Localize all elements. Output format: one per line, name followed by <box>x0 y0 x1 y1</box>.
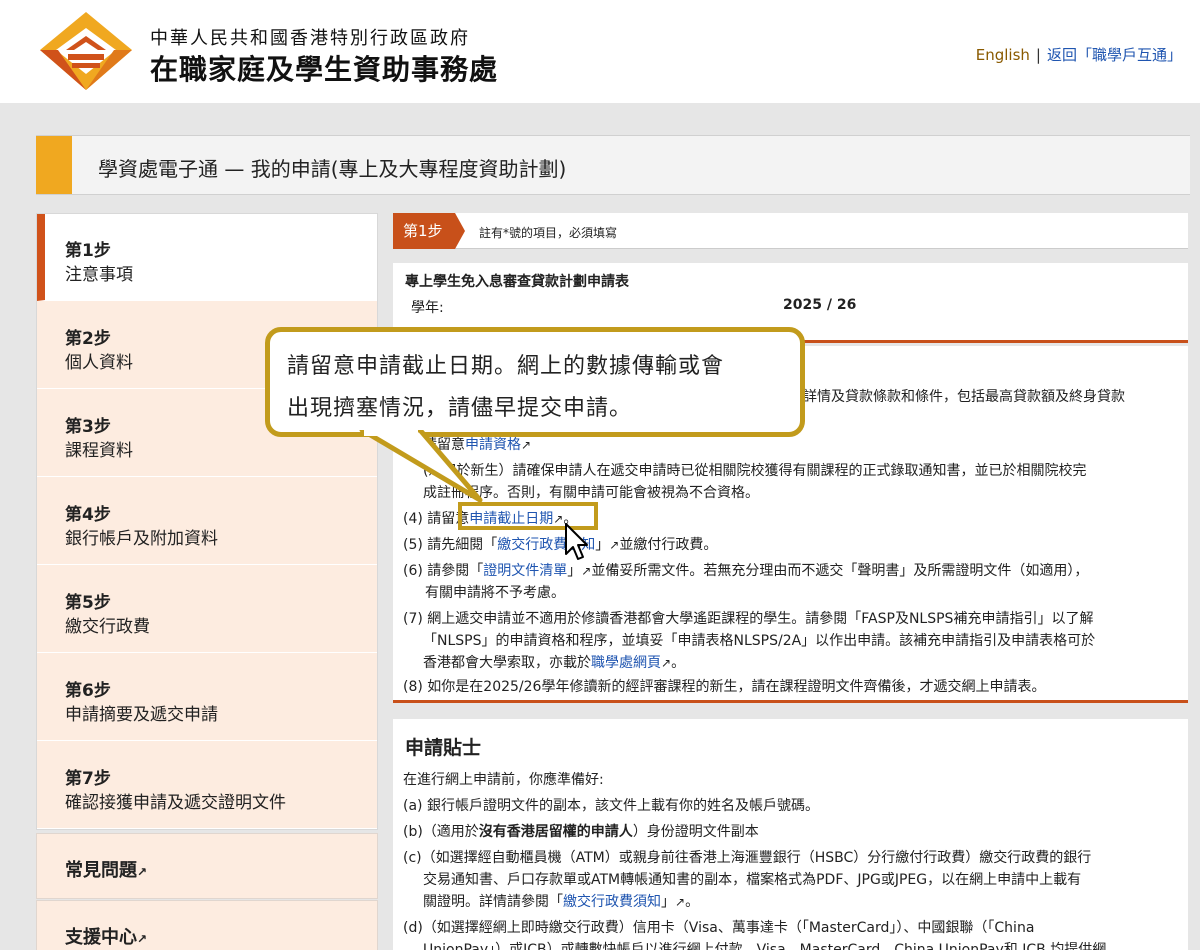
deadline-callout: 請留意申請截止日期。網上的數據傳輸或會 出現擠塞情況，請儘早提交申請。 <box>265 327 805 437</box>
page-title-bar: 學資處電子通 — 我的申請(專上及大專程度資助計劃) <box>36 135 1190 195</box>
step-name: 繳交行政費 <box>65 617 150 637</box>
step-sidebar: 第1步 注意事項 第2步 個人資料 第3步 課程資料 第4步 銀行帳戶及附加資料… <box>36 213 378 830</box>
tips-text: (b)（適用於 <box>403 824 479 840</box>
government-logo-icon <box>40 12 132 90</box>
tips-text: ）身份證明文件副本 <box>632 824 759 840</box>
external-link-icon: ↗ <box>137 865 148 879</box>
note-line: 「NLSPS」的申請資格和程序，並填妥「申請表格NLSPS/2A」以作出申請。該… <box>423 633 1096 649</box>
admin-fee-link[interactable]: 繳交行政費須知 <box>563 894 661 910</box>
tips-line: 在進行網上申請前，你應準備好: <box>403 772 604 788</box>
step-name: 申請摘要及遞交申請 <box>65 705 218 725</box>
tips-text: 。 <box>685 894 700 910</box>
tips-bold-text: 沒有香港居留權的申請人 <box>478 824 633 840</box>
step-name: 確認接獲申請及遞交證明文件 <box>65 793 286 813</box>
note-text: 」 <box>595 537 610 553</box>
step-number: 第5步 <box>65 593 111 613</box>
note-line: (7) 網上遞交申請並不適用於修讀香港都會大學遙距課程的學生。請參閱「FASP及… <box>403 611 1094 627</box>
mouse-cursor-icon <box>565 523 588 560</box>
external-link-icon: ↗ <box>609 538 620 552</box>
english-link[interactable]: English <box>976 46 1030 64</box>
external-link-icon: ↗ <box>661 656 672 670</box>
note-text: 香港都會大學索取，亦載於 <box>423 655 591 671</box>
note-line: 詳情及貸款條款和條件，包括最高貸款額及終身貸款 <box>803 389 1125 405</box>
sidebar-step-5[interactable]: 第5步 繳交行政費 <box>37 566 377 653</box>
note-line: (5) 請先細閱「繳交行政費須知」↗並繳付行政費。 <box>403 534 717 554</box>
step-number: 第2步 <box>65 329 111 349</box>
step-name: 個人資料 <box>65 353 133 373</box>
note-text: 。 <box>671 655 686 671</box>
title-accent <box>36 136 72 194</box>
sidebar-step-7[interactable]: 第7步 確認接獲申請及遞交證明文件 <box>37 742 377 829</box>
external-link-icon: ↗ <box>675 895 686 909</box>
step-number: 第3步 <box>65 417 111 437</box>
callout-tail <box>359 430 483 503</box>
tips-text: 關證明。詳情請參閱「 <box>423 894 563 910</box>
note-text: 並繳付行政費。 <box>619 537 718 553</box>
note-line: 有關申請將不予考慮。 <box>425 585 565 601</box>
site-header: 中華人民共和國香港特別行政區政府 在職家庭及學生資助事務處 English | 返回… <box>0 0 1200 103</box>
org-name-big: 在職家庭及學生資助事務處 <box>150 53 499 86</box>
faq-link[interactable]: 常見問題↗ <box>36 833 378 899</box>
step-name: 課程資料 <box>65 441 133 461</box>
tips-text: 」 <box>661 894 675 910</box>
note-text: 並備妥所需文件。若無充分理由而不遞交「聲明書」及所需證明文件（如適用）， <box>591 563 1089 579</box>
step-number: 第4步 <box>65 505 111 525</box>
support-center-link[interactable]: 支援中心↗ <box>36 900 378 950</box>
required-note: 註有*號的項目，必須填寫 <box>479 226 618 240</box>
tips-title: 申請貼士 <box>405 737 482 759</box>
wfsfaa-website-link[interactable]: 職學處網頁 <box>591 655 661 671</box>
external-link-icon: ↗ <box>521 438 532 452</box>
external-link-icon: ↗ <box>581 564 592 578</box>
tips-line: (c)（如選擇經自動櫃員機（ATM）或親身前往香港上海滙豐銀行（HSBC）分行繳… <box>403 850 1092 866</box>
faq-label: 常見問題 <box>65 860 137 881</box>
documents-list-link[interactable]: 證明文件清單 <box>483 563 567 579</box>
note-line: (6) 請參閱「證明文件清單」↗並備妥所需文件。若無充分理由而不遞交「聲明書」及… <box>403 560 1088 580</box>
tips-line: UnionPay」）或JCB）或轉數快帳戶以進行網上付款。Visa、Master… <box>423 942 1107 950</box>
tips-line: (d)（如選擇經網上即時繳交行政費）信用卡（Visa、萬事達卡（「MasterC… <box>403 920 1035 936</box>
top-links: English | 返回「職學戶互通」 <box>976 44 1182 65</box>
step-number: 第6步 <box>65 681 111 701</box>
note-text: (6) 請參閱「 <box>403 563 484 579</box>
year-label: 學年: <box>411 300 444 316</box>
callout-line-1: 請留意申請截止日期。網上的數據傳輸或會 <box>287 354 725 379</box>
sidebar-step-6[interactable]: 第6步 申請摘要及遞交申請 <box>37 654 377 741</box>
step-header: 第1步 註有*號的項目，必須填寫 <box>393 213 1188 249</box>
form-title: 專上學生免入息審查貸款計劃申請表 <box>405 274 629 290</box>
step-tag: 第1步 <box>393 213 465 249</box>
note-line: 香港都會大學索取，亦載於職學處網頁↗。 <box>423 652 685 672</box>
org-name-small: 中華人民共和國香港特別行政區政府 <box>150 28 470 49</box>
note-text: 」 <box>567 563 582 579</box>
note-line: (8) 如你是在2025/26學年修讀新的經評審課程的新生，請在課程證明文件齊備… <box>403 679 1046 695</box>
step-number: 第1步 <box>65 241 111 261</box>
tips-section: 申請貼士 在進行網上申請前，你應準備好: (a) 銀行帳戶證明文件的副本，該文件… <box>393 719 1188 950</box>
note-text: (5) 請先細閱「 <box>403 537 498 553</box>
link-separator: | <box>1035 46 1041 64</box>
note-line: (適用於新生）請確保申請人在遞交申請時已從相關院校獲得有關課程的正式錄取通知書，… <box>423 463 1087 479</box>
external-link-icon: ↗ <box>137 932 148 946</box>
back-link[interactable]: 返回「職學戶互通」 <box>1047 46 1182 64</box>
tips-line: 關證明。詳情請參閱「繳交行政費須知」↗。 <box>423 891 699 911</box>
tips-line: 交易通知書、戶口存款單或ATM轉帳通知書的副本，檔案格式為PDF、JPG或JPE… <box>423 872 1082 888</box>
tips-line: (a) 銀行帳戶證明文件的副本，該文件上載有你的姓名及帳戶號碼。 <box>403 798 819 814</box>
support-center-label: 支援中心 <box>65 927 137 948</box>
step-name: 銀行帳戶及附加資料 <box>65 529 218 549</box>
step-name: 注意事項 <box>65 265 133 285</box>
year-value: 2025 / 26 <box>783 297 857 313</box>
step-number: 第7步 <box>65 769 111 789</box>
page-title: 學資處電子通 — 我的申請(專上及大專程度資助計劃) <box>98 157 567 181</box>
tips-line: (b)（適用於沒有香港居留權的申請人）身份證明文件副本 <box>403 821 759 841</box>
sidebar-step-4[interactable]: 第4步 銀行帳戶及附加資料 <box>37 478 377 565</box>
callout-line-2: 出現擠塞情況，請儘早提交申請。 <box>287 396 633 421</box>
sidebar-step-1[interactable]: 第1步 注意事項 <box>37 214 377 301</box>
